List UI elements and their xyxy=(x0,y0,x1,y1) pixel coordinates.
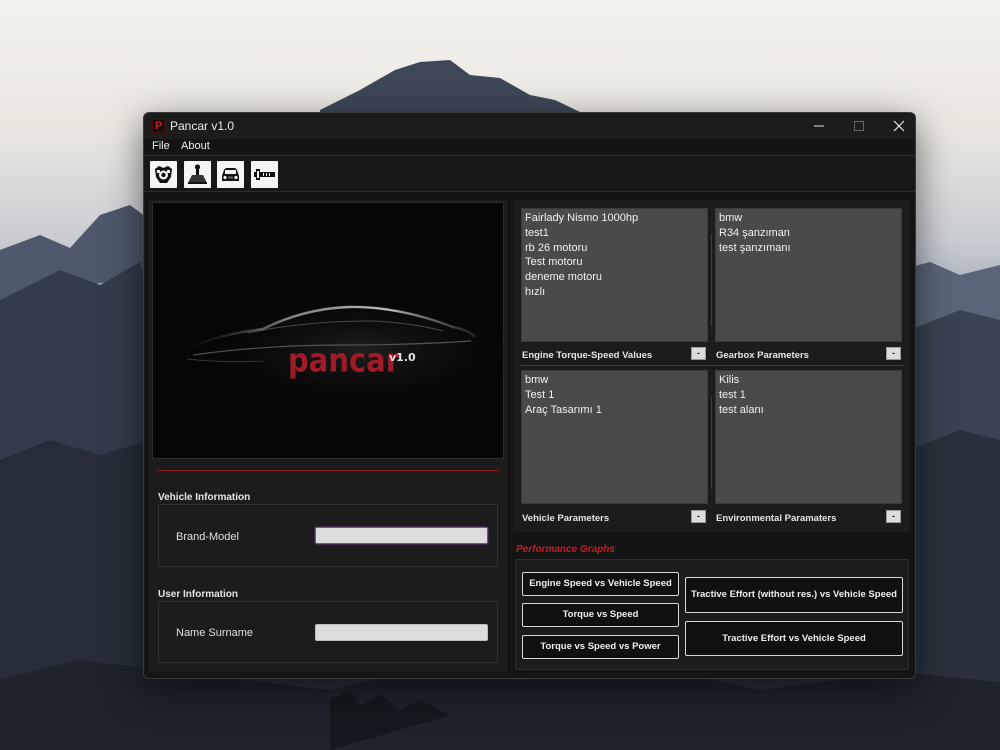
list-item[interactable]: hızlı xyxy=(525,285,704,300)
remove-engine-button[interactable]: - xyxy=(691,347,706,360)
driveshaft-icon xyxy=(254,169,275,180)
tractive-effort-no-res-button[interactable]: Tractive Effort (without res.) vs Vehicl… xyxy=(685,577,903,613)
vehicle-info-group: Brand-Model xyxy=(158,504,498,567)
list-item[interactable]: Kilis xyxy=(719,373,898,388)
minimize-button[interactable] xyxy=(799,113,839,139)
gearbox-list-title: Gearbox Parameters xyxy=(716,350,809,361)
engine-list[interactable]: Fairlady Nismo 1000hp test1 rb 26 motoru Te… xyxy=(521,208,708,342)
torque-speed-power-button[interactable]: Torque vs Speed vs Power xyxy=(522,635,679,659)
close-button[interactable] xyxy=(879,113,915,139)
toolbar xyxy=(144,155,915,192)
divider-line xyxy=(521,365,903,366)
list-item[interactable]: Test motoru xyxy=(525,255,704,270)
remove-environment-button[interactable]: - xyxy=(886,510,901,523)
vehicle-list-title: Vehicle Parameters xyxy=(522,513,610,524)
parameters-panel: Fairlady Nismo 1000hp test1 rb 26 motoru Te… xyxy=(513,200,910,532)
list-item[interactable]: rb 26 motoru xyxy=(525,241,704,256)
app-logo-letter: P xyxy=(155,120,163,132)
performance-graphs-title: Performance Graphs xyxy=(516,544,615,555)
gearbox-list[interactable]: bmw R34 şanzıman test şanzımanı xyxy=(715,208,902,342)
divider-line xyxy=(157,470,499,471)
menu-about[interactable]: About xyxy=(181,139,210,153)
remove-vehicle-button[interactable]: - xyxy=(691,510,706,523)
vehicle-tool-button[interactable] xyxy=(217,161,244,188)
list-item[interactable]: Fairlady Nismo 1000hp xyxy=(525,211,704,226)
list-item[interactable]: Test 1 xyxy=(525,388,704,403)
list-item[interactable]: test şanzımanı xyxy=(719,241,898,256)
close-icon xyxy=(893,120,905,132)
divider-line xyxy=(711,234,712,326)
gear-shifter-icon xyxy=(188,164,207,184)
brand-model-input[interactable] xyxy=(315,527,488,544)
maximize-icon xyxy=(854,121,864,131)
remove-gearbox-button[interactable]: - xyxy=(886,347,901,360)
tractive-effort-button[interactable]: Tractive Effort vs Vehicle Speed xyxy=(685,621,903,656)
name-surname-input[interactable] xyxy=(315,624,488,641)
car-front-icon xyxy=(222,168,239,181)
title-bar[interactable]: P Pancar v1.0 xyxy=(144,113,915,139)
list-item[interactable]: deneme motoru xyxy=(525,270,704,285)
user-info-title: User Information xyxy=(158,589,239,600)
torque-vs-speed-button[interactable]: Torque vs Speed xyxy=(522,603,679,627)
app-window: P Pancar v1.0 File About pancar v1.0 Veh… xyxy=(143,112,916,679)
logo-wordmark: pancar xyxy=(288,340,401,380)
engine-vs-vehicle-speed-button[interactable]: Engine Speed vs Vehicle Speed xyxy=(522,572,679,596)
gearbox-tool-button[interactable] xyxy=(184,161,211,188)
performance-graphs-panel: Engine Speed vs Vehicle Speed Torque vs … xyxy=(515,559,909,670)
vehicle-list[interactable]: bmw Test 1 Araç Tasarımı 1 xyxy=(521,370,708,504)
list-item[interactable]: test alanı xyxy=(719,403,898,418)
user-info-group: Name Surname xyxy=(158,601,498,663)
app-logo-icon: P xyxy=(152,119,165,133)
maximize-button[interactable] xyxy=(839,113,879,139)
menu-bar: File About xyxy=(144,139,915,155)
list-item[interactable]: test 1 xyxy=(719,388,898,403)
list-item[interactable]: test1 xyxy=(525,226,704,241)
window-title: Pancar v1.0 xyxy=(170,119,235,133)
driveshaft-tool-button[interactable] xyxy=(251,161,278,188)
logo-banner: pancar v1.0 xyxy=(152,202,505,459)
list-item[interactable]: Araç Tasarımı 1 xyxy=(525,403,704,418)
minimize-icon xyxy=(814,125,824,127)
list-item[interactable]: R34 şanzıman xyxy=(719,226,898,241)
brand-model-label: Brand-Model xyxy=(176,531,239,543)
vehicle-info-title: Vehicle Information xyxy=(158,492,251,503)
engine-icon xyxy=(155,166,172,183)
car-silhouette-icon xyxy=(173,291,505,411)
list-item[interactable]: bmw xyxy=(525,373,704,388)
name-surname-label: Name Surname xyxy=(176,627,254,639)
engine-tool-button[interactable] xyxy=(150,161,177,188)
divider-line xyxy=(711,397,712,489)
environment-list[interactable]: Kilis test 1 test alanı xyxy=(715,370,902,504)
list-item[interactable]: bmw xyxy=(719,211,898,226)
menu-file[interactable]: File xyxy=(152,139,170,153)
logo-version: v1.0 xyxy=(389,351,416,364)
environment-list-title: Environmental Paramaters xyxy=(716,513,837,524)
left-panel: pancar v1.0 Vehicle Information Brand-Mo… xyxy=(149,200,507,672)
engine-list-title: Engine Torque-Speed Values xyxy=(522,350,653,361)
